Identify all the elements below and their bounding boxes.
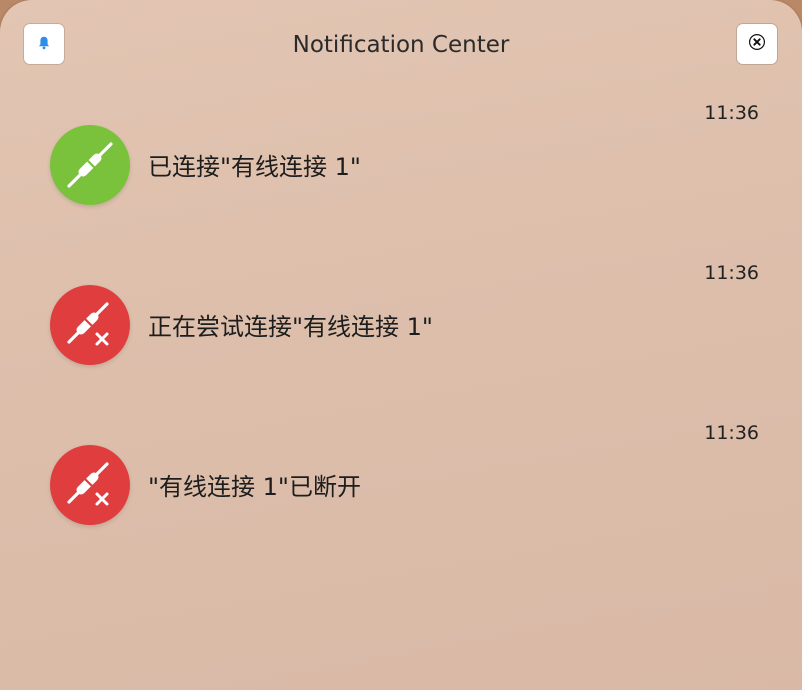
notification-time: 11:36 <box>704 102 759 124</box>
notification-time: 11:36 <box>704 422 759 444</box>
page-title: Notification Center <box>292 32 510 58</box>
notification-item[interactable]: 11:36 已连接"有线连接 1" <box>0 102 802 252</box>
notification-item[interactable]: 11:36 正在尝试连接"有线连接 1" <box>0 262 802 412</box>
close-icon <box>748 33 766 54</box>
notification-message: "有线连接 1"已断开 <box>148 473 361 501</box>
notification-message: 正在尝试连接"有线连接 1" <box>148 313 433 341</box>
close-button[interactable] <box>737 24 777 64</box>
header: Notification Center <box>0 0 802 90</box>
ethernet-disconnected-icon <box>50 445 130 525</box>
ethernet-connected-icon <box>50 125 130 205</box>
notification-item[interactable]: 11:36 "有线连接 1"已断开 <box>0 422 802 572</box>
notification-message: 已连接"有线连接 1" <box>148 153 361 181</box>
ethernet-disconnected-icon <box>50 285 130 365</box>
notification-center-panel: Notification Center 11:36 已连接"有线连接 1" 11… <box>0 0 802 690</box>
bell-button[interactable] <box>24 24 64 64</box>
notification-time: 11:36 <box>704 262 759 284</box>
bell-icon <box>38 35 50 54</box>
